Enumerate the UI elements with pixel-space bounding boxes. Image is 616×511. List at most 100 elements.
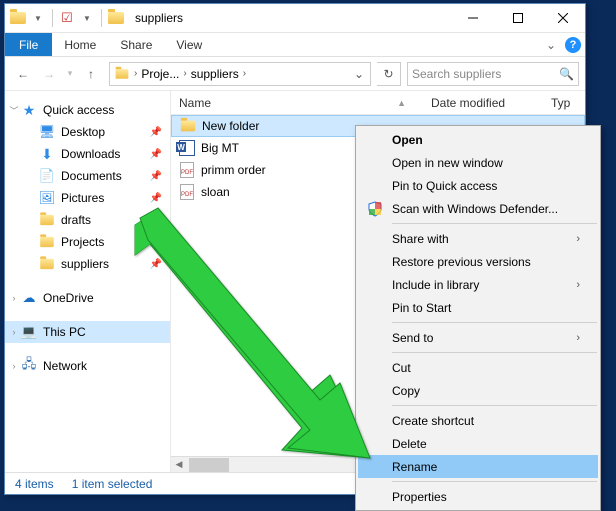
ctx-delete[interactable]: Delete xyxy=(358,432,598,455)
quick-access-icon: ★ xyxy=(21,102,37,118)
qat-properties-icon[interactable]: ☑ xyxy=(58,9,76,27)
nav-projects[interactable]: Projects📌 xyxy=(5,231,170,253)
ribbon-file-tab[interactable]: File xyxy=(5,33,52,56)
ctx-label: Share with xyxy=(392,232,449,246)
menu-separator xyxy=(392,405,597,406)
ctx-create-shortcut[interactable]: Create shortcut xyxy=(358,409,598,432)
up-button[interactable]: ↑ xyxy=(79,62,103,86)
ctx-open[interactable]: Open xyxy=(358,128,598,151)
column-date[interactable]: Date modified xyxy=(423,96,543,110)
nav-suppliers[interactable]: suppliers📌 xyxy=(5,253,170,275)
maximize-button[interactable] xyxy=(495,4,540,32)
chevron-right-icon[interactable]: › xyxy=(181,68,188,79)
menu-separator xyxy=(392,223,597,224)
crumb-suppliers[interactable]: suppliers xyxy=(189,67,241,81)
network-icon: 🖧 xyxy=(21,358,37,374)
downloads-icon: ⬇ xyxy=(39,146,55,162)
address-bar[interactable]: › Proje... › suppliers › ⌄ xyxy=(109,62,371,86)
ctx-copy[interactable]: Copy xyxy=(358,379,598,402)
ctx-pin-quick-access[interactable]: Pin to Quick access xyxy=(358,174,598,197)
window-title: suppliers xyxy=(125,11,450,25)
close-button[interactable] xyxy=(540,4,585,32)
qat-dropdown2-icon[interactable]: ▼ xyxy=(78,9,96,27)
nav-desktop[interactable]: 🖥Desktop📌 xyxy=(5,121,170,143)
submenu-arrow-icon: › xyxy=(576,233,580,245)
ribbon-share-tab[interactable]: Share xyxy=(108,33,164,56)
nav-label: Quick access xyxy=(43,103,114,117)
ctx-label: Include in library xyxy=(392,278,479,292)
nav-this-pc[interactable]: ›💻This PC xyxy=(5,321,170,343)
column-headers: Name▲ Date modified Typ xyxy=(171,91,585,115)
address-dropdown-icon[interactable]: ⌄ xyxy=(350,67,368,81)
ctx-label: Send to xyxy=(392,331,433,345)
chevron-right-icon[interactable]: › xyxy=(132,68,139,79)
nav-network[interactable]: ›🖧Network xyxy=(5,355,170,377)
nav-documents[interactable]: 📄Documents📌 xyxy=(5,165,170,187)
pictures-icon: 🖼 xyxy=(39,190,55,206)
ctx-pin-start[interactable]: Pin to Start xyxy=(358,296,598,319)
ctx-open-new-window[interactable]: Open in new window xyxy=(358,151,598,174)
pin-icon: 📌 xyxy=(150,259,162,270)
column-name[interactable]: Name▲ xyxy=(171,96,423,110)
recent-dropdown[interactable]: ▾ xyxy=(63,62,77,86)
title-folder-icon xyxy=(107,9,125,27)
forward-button[interactable]: → xyxy=(37,62,61,86)
nav-label: OneDrive xyxy=(43,291,94,305)
onedrive-icon: ☁ xyxy=(21,290,37,306)
column-type[interactable]: Typ xyxy=(543,96,585,110)
nav-pictures[interactable]: 🖼Pictures📌 xyxy=(5,187,170,209)
ctx-include-library[interactable]: Include in library › xyxy=(358,273,598,296)
scroll-thumb[interactable] xyxy=(189,458,229,472)
file-name: New folder xyxy=(202,119,259,133)
nav-label: Downloads xyxy=(61,147,120,161)
folder-icon xyxy=(39,256,55,272)
back-button[interactable]: ← xyxy=(11,62,35,86)
nav-label: Pictures xyxy=(61,191,104,205)
pin-icon: 📌 xyxy=(150,149,162,160)
nav-downloads[interactable]: ⬇ Downloads 📌 xyxy=(5,143,170,165)
ctx-restore-versions[interactable]: Restore previous versions xyxy=(358,250,598,273)
ctx-label: Scan with Windows Defender... xyxy=(392,202,558,216)
refresh-button[interactable]: ↻ xyxy=(377,62,401,86)
app-folder-icon xyxy=(9,9,27,27)
ctx-send-to[interactable]: Send to › xyxy=(358,326,598,349)
pin-icon: 📌 xyxy=(150,215,162,226)
context-menu: Open Open in new window Pin to Quick acc… xyxy=(355,125,601,511)
submenu-arrow-icon: › xyxy=(576,279,580,291)
ribbon-view-tab[interactable]: View xyxy=(164,33,214,56)
chevron-right-icon[interactable]: › xyxy=(241,68,248,79)
ctx-rename[interactable]: Rename xyxy=(358,455,598,478)
help-icon: ? xyxy=(565,37,581,53)
file-name: Big MT xyxy=(201,141,239,155)
status-selection: 1 item selected xyxy=(72,477,153,491)
nav-onedrive[interactable]: ›☁OneDrive xyxy=(5,287,170,309)
defender-shield-icon xyxy=(366,200,384,218)
nav-label: Network xyxy=(43,359,87,373)
submenu-arrow-icon: › xyxy=(576,332,580,344)
nav-label: Projects xyxy=(61,235,104,249)
nav-quick-access[interactable]: ﹀★Quick access xyxy=(5,99,170,121)
menu-separator xyxy=(392,322,597,323)
desktop-icon: 🖥 xyxy=(39,124,55,140)
nav-bar: ← → ▾ ↑ › Proje... › suppliers › ⌄ ↻ Sea… xyxy=(5,57,585,91)
ribbon-home-tab[interactable]: Home xyxy=(52,33,108,56)
help-button[interactable]: ? xyxy=(561,33,585,56)
crumb-root-icon[interactable] xyxy=(112,66,132,82)
crumb-projects[interactable]: Proje... xyxy=(139,67,181,81)
nav-label: Desktop xyxy=(61,125,105,139)
ctx-properties[interactable]: Properties xyxy=(358,485,598,508)
file-name: primm order xyxy=(201,163,266,177)
qat-dropdown-icon[interactable]: ▼ xyxy=(29,9,47,27)
pdf-icon xyxy=(179,184,195,200)
ctx-scan-defender[interactable]: Scan with Windows Defender... xyxy=(358,197,598,220)
minimize-button[interactable] xyxy=(450,4,495,32)
ctx-share-with[interactable]: Share with › xyxy=(358,227,598,250)
scroll-left-icon[interactable]: ◀ xyxy=(171,459,187,470)
ribbon: File Home Share View ⌄ ? xyxy=(5,33,585,57)
search-input[interactable]: Search suppliers 🔍 xyxy=(407,62,579,86)
nav-drafts[interactable]: drafts📌 xyxy=(5,209,170,231)
ctx-cut[interactable]: Cut xyxy=(358,356,598,379)
ribbon-expand-icon[interactable]: ⌄ xyxy=(541,33,561,56)
pdf-icon xyxy=(179,162,195,178)
folder-icon xyxy=(180,118,196,134)
